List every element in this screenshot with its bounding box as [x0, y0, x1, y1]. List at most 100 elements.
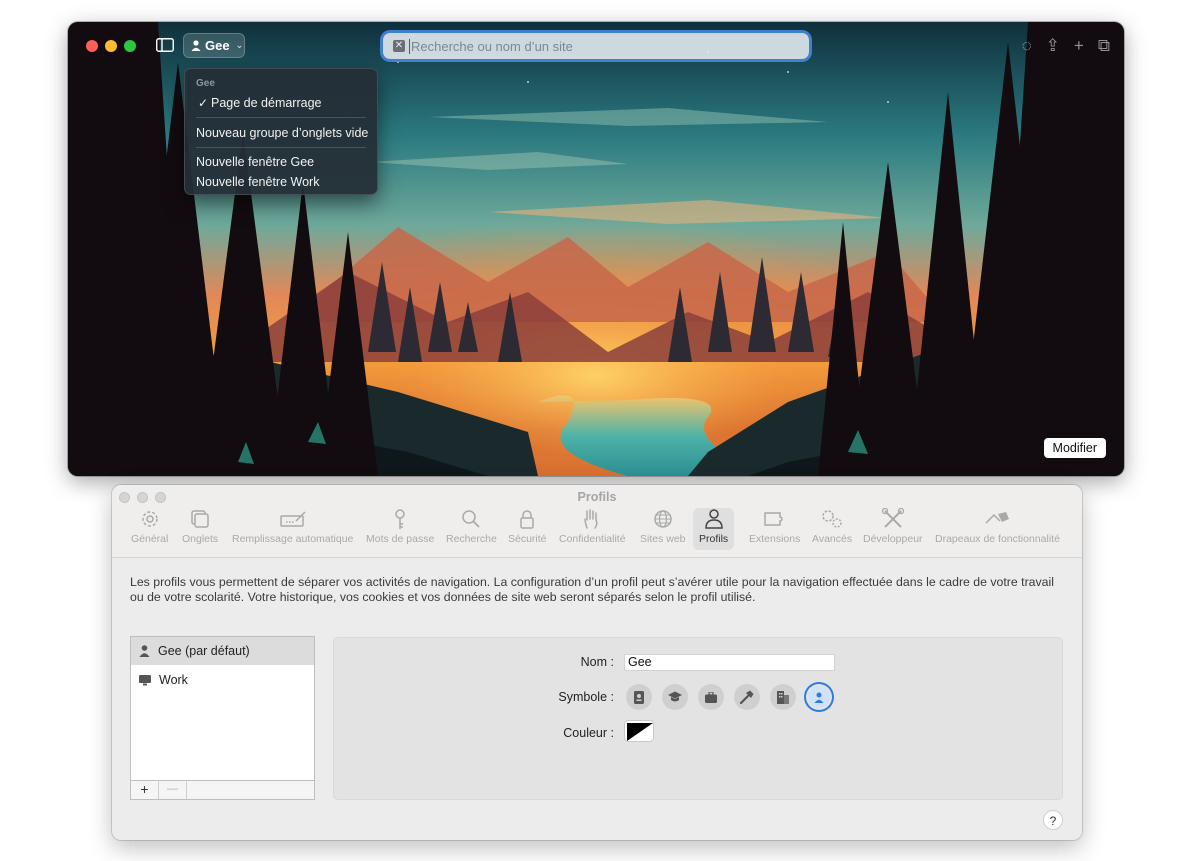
person-icon [814, 692, 824, 703]
checkmark-icon: ✓ [198, 96, 209, 110]
tab-label: Confidentialité [559, 533, 626, 545]
profile-row-gee[interactable]: Gee (par défaut) [131, 637, 314, 665]
profile-name: Gee (par défaut) [158, 644, 250, 658]
chevron-down-icon: ⌄ [235, 40, 244, 50]
tab-label: Sites web [640, 533, 686, 545]
tab-feature-flags[interactable]: Drapeaux de fonctionnalité [935, 508, 1060, 550]
tab-label: Onglets [182, 533, 219, 545]
id-card-icon [634, 690, 644, 704]
symbol-label: Symbole : [558, 690, 614, 704]
profile-menu: Gee ✓ Page de démarrage Nouveau groupe d… [184, 68, 378, 195]
tabs-icon [191, 510, 209, 528]
tab-label: Recherche [446, 533, 497, 545]
gear-icon [141, 511, 158, 527]
tab-general[interactable]: Général [131, 508, 168, 550]
preferences-window: Profils Général Onglets Remplissage auto… [112, 485, 1082, 840]
tab-tabs[interactable]: Onglets [182, 508, 218, 550]
tab-security[interactable]: Sécurité [508, 508, 547, 550]
tab-label: Sécurité [508, 533, 547, 545]
profile-name-field[interactable]: Gee [624, 654, 835, 671]
symbol-option-hammer[interactable] [734, 684, 760, 710]
close-window-button[interactable] [86, 40, 98, 52]
menu-separator [196, 117, 366, 118]
symbol-option-building[interactable] [770, 684, 796, 710]
tab-label: Développeur [863, 533, 923, 545]
tab-label: Remplissage automatique [232, 533, 354, 545]
tab-advanced[interactable]: Avancés [812, 508, 852, 550]
window-title: Profils [577, 490, 617, 504]
monitor-icon [139, 674, 151, 685]
profile-row-work[interactable]: Work [131, 666, 314, 694]
tools-icon [881, 508, 904, 528]
globe-icon [654, 510, 672, 528]
profile-details-panel: Nom : Gee Symbole : Couleur : [333, 637, 1063, 800]
hammer-icon [740, 690, 754, 704]
minimize-window-button[interactable] [105, 40, 117, 52]
tab-label: Extensions [749, 533, 801, 545]
remove-profile-button[interactable]: — [159, 781, 187, 799]
address-bar[interactable]: ✕ Recherche ou nom d’un site [383, 33, 809, 59]
new-tab-icon[interactable]: + [1074, 37, 1084, 55]
profiles-description: Les profils vous permettent de séparer v… [130, 575, 1054, 604]
person-icon [191, 40, 201, 51]
tab-overview-icon[interactable]: ⧉ [1098, 37, 1110, 55]
menu-item-new-window-work[interactable]: Nouvelle fenêtre Work [196, 175, 319, 189]
menu-header: Gee [196, 78, 215, 89]
add-profile-button[interactable]: + [131, 781, 159, 799]
gears-icon [822, 510, 842, 528]
tab-developer[interactable]: Développeur [863, 508, 923, 550]
tab-privacy[interactable]: Confidentialité [559, 508, 626, 550]
toolbar-right: ◌ ⇪ + ⧉ [1022, 37, 1110, 55]
tab-label: Avancés [812, 533, 853, 545]
key-icon [395, 509, 405, 529]
sidebar-toggle-icon[interactable] [156, 38, 174, 52]
profile-switch-button[interactable]: Gee ⌄ [183, 33, 245, 58]
text-caret [409, 38, 410, 54]
color-swatch [627, 723, 653, 741]
profiles-list: Gee (par défaut) Work + — [130, 636, 315, 800]
hand-icon [584, 509, 598, 529]
profiles-list-controls: + — [131, 780, 314, 799]
graduation-cap-icon [668, 691, 682, 702]
magnifier-icon [462, 510, 481, 528]
tab-passwords[interactable]: Mots de passe [366, 508, 434, 550]
preferences-toolbar: Profils Général Onglets Remplissage auto… [112, 485, 1082, 558]
zoom-window-button[interactable] [124, 40, 136, 52]
name-label: Nom : [580, 655, 614, 669]
tab-label: Mots de passe [366, 533, 435, 545]
tab-profiles[interactable]: Profils [693, 508, 735, 550]
puzzle-icon [763, 512, 783, 526]
flags-icon [985, 512, 1010, 524]
tab-websites[interactable]: Sites web [640, 508, 686, 550]
tab-label: Général [131, 533, 169, 545]
autofill-icon [279, 511, 306, 527]
symbol-option-briefcase[interactable] [698, 684, 724, 710]
help-button[interactable]: ? [1043, 810, 1063, 830]
symbol-option-graduation-cap[interactable] [662, 684, 688, 710]
modify-start-page-button[interactable]: Modifier [1043, 438, 1106, 458]
tab-search[interactable]: Recherche [446, 508, 497, 550]
menu-item-new-tab-group[interactable]: Nouveau groupe d’onglets vide [196, 126, 368, 140]
shield-icon[interactable]: ◌ [1022, 37, 1032, 55]
symbol-option-person[interactable] [806, 684, 832, 710]
tab-label: Profils [699, 533, 729, 545]
color-label: Couleur : [563, 726, 614, 740]
lock-icon [520, 510, 535, 529]
share-icon[interactable]: ⇪ [1046, 37, 1060, 55]
person-icon [704, 509, 723, 529]
briefcase-icon [705, 691, 717, 703]
person-icon [139, 645, 150, 657]
color-well[interactable] [624, 720, 654, 742]
tab-extensions[interactable]: Extensions [749, 508, 800, 550]
safari-window: Gee ⌄ ✕ Recherche ou nom d’un site ◌ ⇪ +… [68, 22, 1124, 476]
menu-item-start-page[interactable]: Page de démarrage [211, 96, 322, 110]
tab-autofill[interactable]: Remplissage automatique [232, 508, 353, 550]
site-icon: ✕ [393, 40, 405, 52]
building-icon [777, 690, 789, 704]
selected-symbol [808, 686, 830, 708]
tab-label: Drapeaux de fonctionnalité [935, 533, 1060, 545]
menu-item-new-window-gee[interactable]: Nouvelle fenêtre Gee [196, 155, 314, 169]
symbol-option-id-card[interactable] [626, 684, 652, 710]
profile-name: Work [159, 673, 188, 687]
menu-separator [196, 147, 366, 148]
